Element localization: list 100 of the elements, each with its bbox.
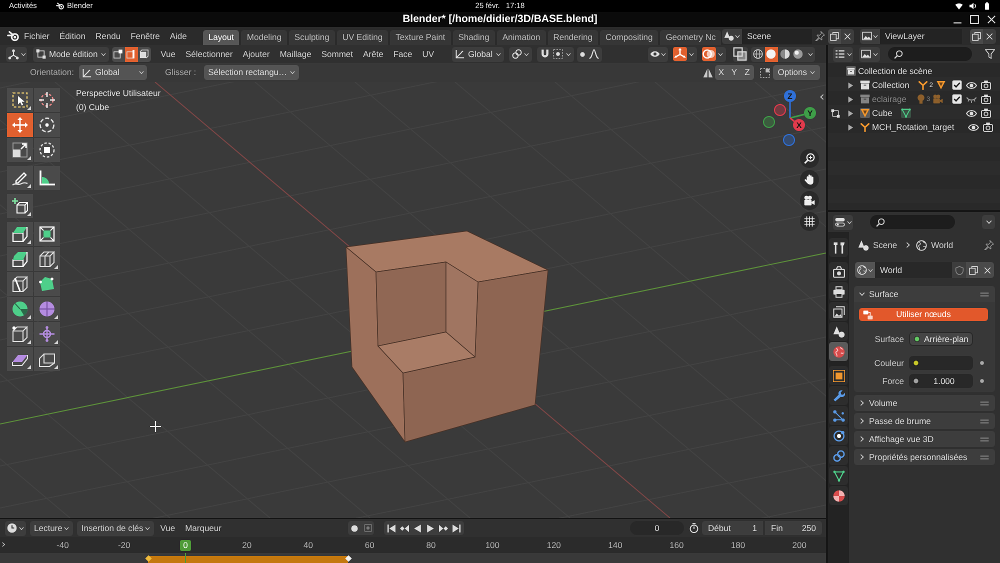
disclosure-triangle-icon[interactable] — [847, 124, 854, 130]
eye-icon[interactable] — [966, 80, 977, 90]
properties-tab[interactable] — [829, 486, 848, 505]
axis-handle[interactable]: X — [793, 119, 805, 131]
workspace-tab[interactable]: Sculpting — [288, 30, 335, 45]
gizmo-dropdown[interactable] — [673, 46, 697, 62]
select-mode-button[interactable] — [138, 46, 151, 62]
view-layer-name-field[interactable]: ViewLayer — [880, 28, 962, 44]
tree-item-label[interactable]: MCH_Rotation_target — [872, 122, 954, 132]
chevron-left-icon[interactable] — [819, 94, 825, 100]
panel-header[interactable]: Passe de brume — [854, 413, 995, 429]
tool-button[interactable] — [34, 138, 60, 162]
properties-tab[interactable] — [829, 262, 848, 281]
tool-button[interactable] — [7, 88, 33, 112]
play-icon[interactable] — [426, 524, 435, 532]
menu-item[interactable]: UV — [417, 46, 440, 62]
drag-dropdown[interactable]: Sélection rectangu… — [204, 65, 300, 80]
tool-button[interactable] — [34, 88, 60, 112]
scene-name-field[interactable]: Scene — [742, 28, 812, 44]
app-logo-icon[interactable] — [7, 30, 19, 42]
select-mode-button[interactable] — [112, 46, 125, 62]
workspace-tab[interactable]: Modeling — [241, 30, 287, 45]
tool-button[interactable] — [7, 138, 33, 162]
menu-item[interactable]: Sélectionner — [180, 46, 238, 62]
disclosure-triangle-icon[interactable] — [847, 96, 854, 102]
unlink-button[interactable] — [980, 262, 994, 278]
skip-end-icon[interactable] — [452, 524, 461, 532]
pivot-dropdown[interactable] — [508, 46, 532, 62]
tree-item-label[interactable]: Collection de scène — [858, 66, 932, 76]
mode-dropdown[interactable]: Mode édition — [33, 46, 109, 62]
properties-tab[interactable] — [829, 342, 848, 361]
negative-axis-handle[interactable] — [774, 104, 786, 116]
pin-icon[interactable] — [815, 31, 825, 41]
properties-tab[interactable] — [829, 302, 848, 321]
negative-axis-handle[interactable] — [783, 134, 795, 146]
stopwatch-icon[interactable] — [689, 523, 699, 533]
value-field[interactable]: 1.000 — [909, 374, 973, 388]
previous-keyframe-icon[interactable] — [400, 524, 409, 532]
shading-mode-button[interactable] — [764, 46, 778, 62]
pin-icon[interactable] — [984, 240, 994, 250]
menu-item[interactable]: Fichier — [19, 28, 55, 44]
camera-view-button[interactable] — [800, 191, 819, 210]
start-frame-field[interactable]: Début 1 — [702, 521, 763, 535]
checkbox[interactable] — [952, 94, 962, 104]
close-icon[interactable] — [987, 15, 996, 24]
overlay-dropdown[interactable] — [702, 46, 726, 62]
display-mode-dropdown[interactable] — [859, 46, 880, 62]
menu-item[interactable]: Fenêtre — [126, 28, 165, 44]
menu-item[interactable]: Aide — [164, 28, 192, 44]
editor-type-button[interactable] — [5, 520, 26, 536]
editor-type-button[interactable] — [833, 214, 853, 230]
tool-button[interactable] — [34, 222, 60, 246]
tool-button[interactable] — [7, 194, 33, 218]
delete-scene-button[interactable] — [841, 28, 854, 44]
properties-tab[interactable] — [829, 238, 848, 257]
drag-handle-icon[interactable] — [980, 398, 989, 408]
editor-type-button[interactable] — [6, 46, 27, 62]
panel-header[interactable]: Affichage vue 3D — [854, 431, 995, 447]
tool-button[interactable] — [34, 347, 60, 371]
drag-handle-icon[interactable] — [980, 434, 989, 444]
menu-item[interactable]: Marqueur — [181, 520, 226, 536]
zoom-button[interactable] — [800, 149, 819, 168]
panel-header[interactable]: Propriétés personnalisées — [854, 449, 995, 465]
chevron-right-icon[interactable] — [1, 542, 6, 547]
search-field[interactable] — [870, 215, 955, 229]
delete-view-layer-button[interactable] — [983, 28, 996, 44]
axis-handle[interactable]: Z — [784, 90, 796, 102]
workspace-tab[interactable]: Rendering — [548, 30, 598, 45]
camera-icon[interactable] — [981, 80, 991, 90]
camera-icon[interactable] — [981, 94, 991, 104]
color-field[interactable] — [909, 356, 973, 370]
new-scene-button[interactable] — [828, 28, 841, 44]
workspace-tab[interactable]: Layout — [202, 30, 240, 45]
properties-tab[interactable] — [829, 366, 848, 385]
keyframe-icon[interactable] — [145, 555, 152, 562]
drag-handle-icon[interactable] — [980, 290, 989, 298]
panel-header[interactable]: Surface — [854, 286, 995, 302]
orientation-dropdown[interactable]: Global — [452, 46, 504, 62]
maximize-icon[interactable] — [970, 15, 979, 24]
menu-dropdown[interactable]: Insertion de clés — [77, 520, 154, 536]
vertex-square-icon[interactable] — [830, 108, 840, 118]
new-view-layer-button[interactable] — [970, 28, 983, 44]
axis-toggle[interactable]: X — [714, 65, 728, 80]
orientation-dropdown[interactable]: Global — [78, 65, 147, 80]
keyframe-icon[interactable] — [345, 555, 352, 562]
next-keyframe-icon[interactable] — [439, 524, 448, 532]
visibility-dropdown[interactable] — [648, 46, 668, 62]
tree-item-label[interactable]: eclairage — [872, 94, 906, 104]
properties-tab[interactable] — [829, 466, 848, 485]
tool-button[interactable] — [7, 322, 33, 346]
menu-item[interactable]: Face — [388, 46, 418, 62]
current-frame-field[interactable]: 0 — [630, 521, 684, 535]
tree-item-label[interactable]: Collection — [872, 80, 910, 90]
skip-start-icon[interactable] — [387, 524, 396, 532]
bone-icon[interactable] — [918, 80, 928, 90]
select-mode-button[interactable] — [124, 46, 138, 62]
axis-toggle[interactable]: Z — [740, 65, 754, 80]
speaker-icon[interactable] — [969, 2, 977, 10]
keyframe-dot-icon[interactable] — [980, 379, 984, 383]
wifi-icon[interactable] — [955, 2, 963, 10]
